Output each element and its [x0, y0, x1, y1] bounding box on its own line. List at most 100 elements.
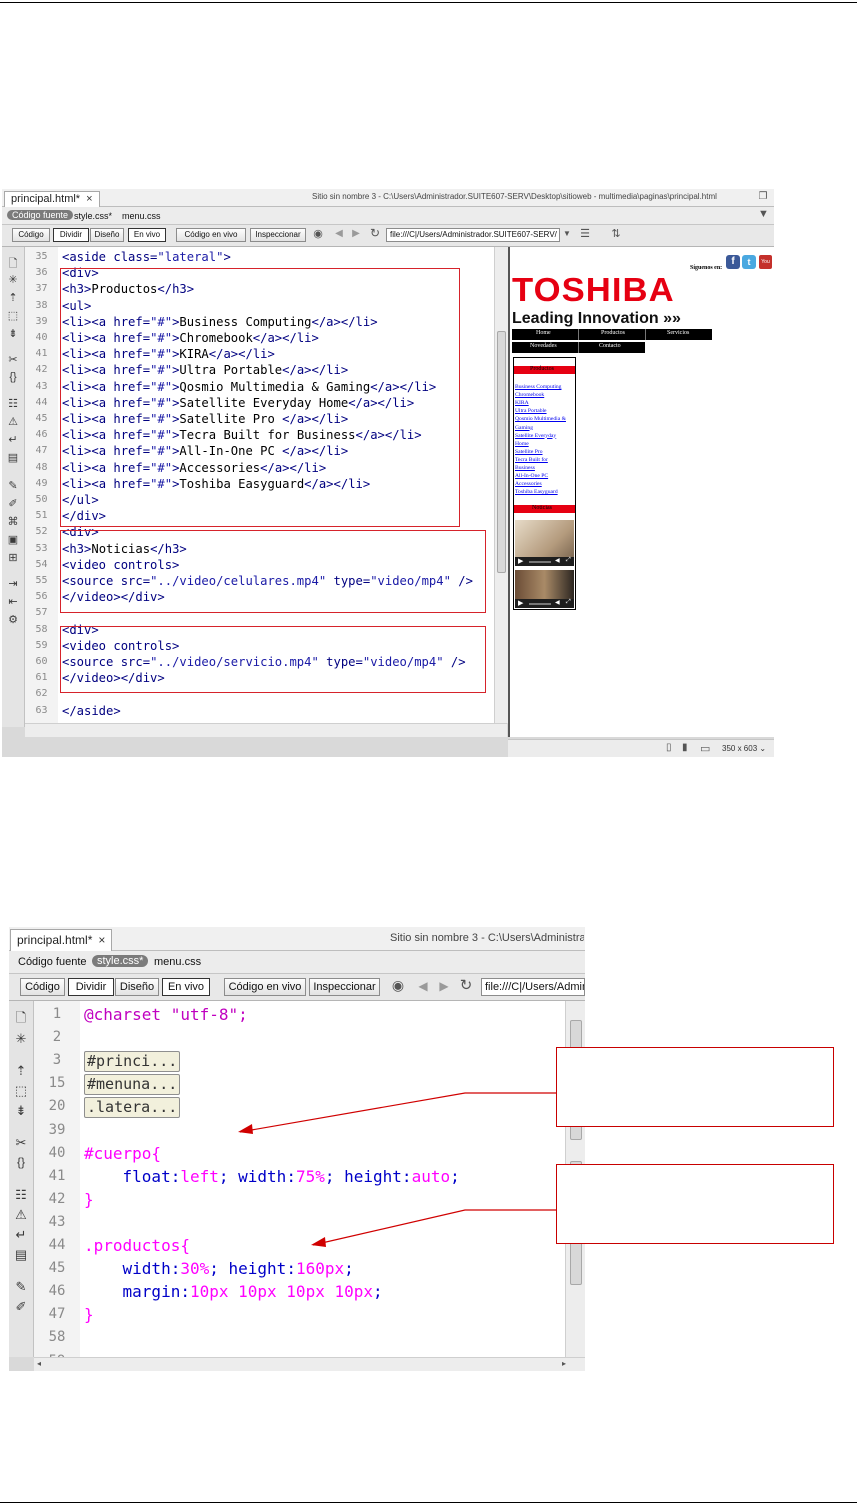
product-link[interactable]: Chromebook: [515, 392, 544, 398]
tablet-size-icon[interactable]: ▮: [682, 742, 688, 753]
close-icon[interactable]: ×: [98, 933, 105, 947]
back-arrow-icon[interactable]: ◀: [333, 228, 345, 239]
globe-icon[interactable]: ◉: [311, 227, 325, 240]
word-wrap-icon[interactable]: ↵: [2, 433, 24, 446]
youtube-icon[interactable]: You: [759, 255, 772, 269]
related-file-style-css[interactable]: style.css*: [92, 955, 149, 967]
menu-item-home[interactable]: Home: [536, 330, 551, 336]
volume-icon[interactable]: ◀: [555, 557, 560, 564]
outdent-code-icon[interactable]: ⇤: [2, 595, 24, 608]
open-documents-icon[interactable]: 🗋: [2, 255, 24, 274]
remove-comment-icon[interactable]: ✐: [9, 1299, 33, 1315]
live-view-button[interactable]: En vivo: [162, 978, 210, 996]
live-code-button[interactable]: Código en vivo: [176, 228, 246, 242]
product-link[interactable]: KIRA: [515, 400, 529, 406]
filter-icon[interactable]: ▼: [758, 208, 769, 220]
line-numbers-icon[interactable]: ☷: [2, 397, 24, 410]
inspect-button[interactable]: Inspeccionar: [309, 978, 380, 996]
close-icon[interactable]: ×: [86, 193, 92, 205]
product-link[interactable]: Satellite Everyday: [515, 433, 556, 439]
collapsed-code-block[interactable]: .latera...: [84, 1097, 181, 1119]
collapsed-code-block[interactable]: #menuna...: [84, 1074, 181, 1096]
tab-principal-html[interactable]: principal.html* ×: [10, 929, 113, 951]
recent-snippets-icon[interactable]: ▣: [2, 533, 24, 546]
refresh-icon[interactable]: ↻: [458, 976, 474, 994]
fullscreen-icon[interactable]: ⤢: [566, 557, 571, 564]
syntax-coloring-icon[interactable]: ▤: [9, 1247, 33, 1263]
product-link[interactable]: Accessories: [515, 481, 542, 487]
split-view-button[interactable]: Dividir: [68, 978, 114, 996]
video-player-2[interactable]: ▶ ◀ ⤢: [515, 570, 574, 608]
window-size-readout[interactable]: 350 x 603 ⌄: [722, 744, 766, 753]
refresh-icon[interactable]: ↻: [368, 226, 382, 240]
apply-comment-icon[interactable]: ✎: [9, 1279, 33, 1295]
code-editor-css[interactable]: @charset "utf-8"; #princi... #menuna... .la…: [80, 1001, 565, 1357]
product-link[interactable]: Qosmio Multimedia &: [515, 416, 566, 422]
video-progress[interactable]: [529, 561, 551, 563]
twitter-icon[interactable]: t: [742, 255, 756, 269]
video-player-1[interactable]: ▶ ◀ ⤢: [515, 520, 574, 566]
split-view-button[interactable]: Dividir: [53, 228, 89, 242]
desktop-size-icon[interactable]: ▭: [700, 742, 710, 755]
product-link[interactable]: Business: [515, 465, 535, 471]
wrap-tag-icon[interactable]: ⌘: [2, 515, 24, 528]
restore-window-icon[interactable]: ❐: [756, 191, 770, 202]
word-wrap-icon[interactable]: ↵: [9, 1227, 33, 1243]
format-source-icon[interactable]: ⚙: [2, 613, 24, 626]
menu-item-news[interactable]: Novedades: [530, 343, 557, 349]
code-horizontal-scrollbar[interactable]: ◂ ▸: [34, 1357, 585, 1371]
inspect-button[interactable]: Inspeccionar: [250, 228, 306, 242]
show-code-navigator-icon[interactable]: ✳: [2, 273, 24, 286]
facebook-icon[interactable]: f: [726, 255, 740, 269]
fullscreen-icon[interactable]: ⤢: [566, 599, 571, 606]
product-link[interactable]: Gaming: [515, 425, 533, 431]
live-view-options-icon[interactable]: ☰: [578, 227, 592, 240]
indent-code-icon[interactable]: ⇥: [2, 577, 24, 590]
related-file-menu-css[interactable]: menu.css: [122, 211, 161, 221]
highlight-invalid-icon[interactable]: ⚠: [2, 415, 24, 428]
move-css-icon[interactable]: ⊞: [2, 551, 24, 564]
menu-item-contact[interactable]: Contacto: [599, 343, 621, 349]
sort-icon[interactable]: ⇅: [609, 227, 623, 240]
related-file-menu-css[interactable]: menu.css: [154, 956, 201, 968]
related-file-source[interactable]: Código fuente: [18, 956, 87, 968]
remove-comment-icon[interactable]: ✐: [2, 497, 24, 510]
product-link[interactable]: Business Computing: [515, 384, 561, 390]
related-file-source[interactable]: Código fuente: [7, 210, 74, 220]
scrollbar-thumb[interactable]: [497, 331, 506, 573]
phone-size-icon[interactable]: ▯: [666, 742, 672, 753]
collapse-selection-icon[interactable]: ⬚: [9, 1083, 33, 1099]
code-view-button[interactable]: Código: [20, 978, 65, 996]
scroll-left-icon[interactable]: ◂: [37, 1359, 41, 1368]
menu-item-products[interactable]: Productos: [601, 330, 625, 336]
product-link[interactable]: Tecra Built for: [515, 457, 548, 463]
highlight-invalid-icon[interactable]: ⚠: [9, 1207, 33, 1223]
design-view-button[interactable]: Diseño: [115, 978, 159, 996]
collapsed-code-block[interactable]: #princi...: [84, 1051, 181, 1073]
globe-icon[interactable]: ◉: [390, 977, 406, 994]
collapse-tag-icon[interactable]: ⇡: [2, 291, 24, 304]
code-view-button[interactable]: Código: [12, 228, 50, 242]
product-link[interactable]: Toshiba Easyguard: [515, 489, 558, 495]
balance-braces-icon[interactable]: {}: [2, 371, 24, 383]
select-parent-tag-icon[interactable]: ✂: [2, 353, 24, 366]
back-arrow-icon[interactable]: ◀: [416, 979, 430, 993]
scroll-right-icon[interactable]: ▸: [562, 1359, 566, 1368]
address-field[interactable]: file:///C|/Users/Admini: [481, 978, 585, 996]
show-code-navigator-icon[interactable]: ✳: [9, 1031, 33, 1047]
address-dropdown-icon[interactable]: ▼: [562, 229, 572, 238]
product-link[interactable]: Home: [515, 441, 529, 447]
apply-comment-icon[interactable]: ✎: [2, 479, 24, 492]
live-code-button[interactable]: Código en vivo: [224, 978, 306, 996]
syntax-coloring-icon[interactable]: ▤: [2, 451, 24, 464]
play-icon[interactable]: ▶: [518, 557, 523, 565]
forward-arrow-icon[interactable]: ▶: [350, 228, 362, 239]
collapse-tag-icon[interactable]: ⇡: [9, 1063, 33, 1079]
open-documents-icon[interactable]: 🗋: [9, 1009, 33, 1031]
related-file-style-css[interactable]: style.css*: [74, 211, 112, 221]
volume-icon[interactable]: ◀: [555, 599, 560, 606]
code-horizontal-scrollbar[interactable]: [25, 723, 507, 737]
design-view-button[interactable]: Diseño: [90, 228, 124, 242]
tab-principal-html[interactable]: principal.html* ×: [4, 191, 100, 207]
product-link[interactable]: All-In-One PC: [515, 473, 548, 479]
